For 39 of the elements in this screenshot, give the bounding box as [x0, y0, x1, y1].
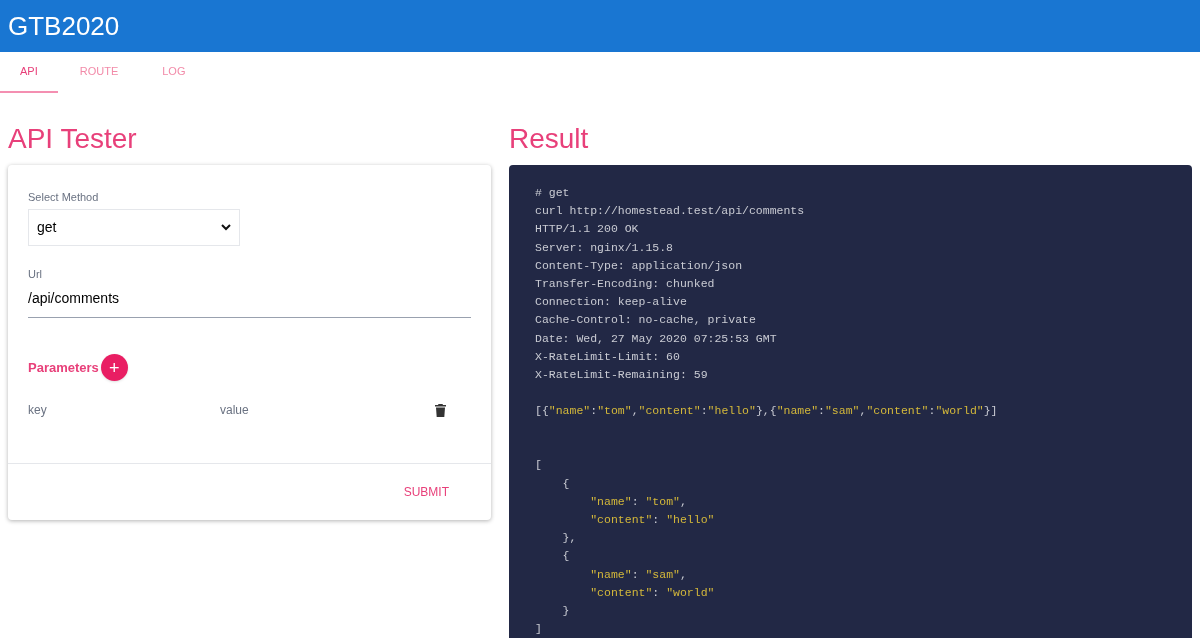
- value-input[interactable]: value: [220, 401, 420, 419]
- section-title: API Tester: [8, 122, 138, 156]
- code-line: Server: nginx/1.15.8: [535, 239, 674, 256]
- code-line: Cache-Control: no-cache, private: [535, 312, 756, 329]
- code-line: Transfer-Encoding: chunked: [535, 276, 715, 292]
- tab[interactable]: LOG: [140, 52, 208, 93]
- chevron-down-icon: [221, 223, 231, 231]
- code-line: {: [561, 475, 570, 492]
- field-label: Select Method: [28, 190, 100, 205]
- code-line: Date: Wed, 27 May 2020 07:25:53 GMT: [535, 330, 777, 347]
- code-line: [{"name":"tom","content":"hello"},{"name":"sam","content":"world"}]: [535, 403, 998, 420]
- method-select[interactable]: get: [28, 208, 240, 246]
- code-line: {: [561, 548, 570, 565]
- code-line: # get: [535, 185, 570, 201]
- section-title: Result: [509, 122, 590, 156]
- code-line: [: [535, 457, 542, 474]
- code-line: "name": "tom",: [589, 493, 687, 510]
- field-label: Url: [28, 266, 44, 282]
- code-line: X-RateLimit-Remaining: 59: [535, 367, 708, 384]
- code-line: }: [561, 603, 570, 620]
- code-line: Connection: keep-alive: [535, 294, 687, 311]
- submit-button[interactable]: SUBMIT: [395, 475, 457, 509]
- code-line: "content": "world": [589, 584, 715, 601]
- code-line: X-RateLimit-Limit: 60: [535, 348, 680, 365]
- code-line: "name": "sam",: [589, 566, 687, 583]
- tab[interactable]: API: [0, 52, 58, 93]
- url-input[interactable]: /api/comments: [28, 288, 471, 318]
- code-line: HTTP/1.1 200 OK: [535, 221, 639, 238]
- trash-icon[interactable]: [435, 403, 446, 417]
- key-input[interactable]: key: [28, 401, 220, 419]
- add-button[interactable]: +: [100, 354, 128, 381]
- code-line: "content": "hello": [589, 512, 715, 529]
- code-line: curl http://homestead.test/api/comments: [535, 203, 805, 220]
- code-line: ]: [535, 621, 542, 638]
- app-title: GTB2020: [8, 9, 120, 43]
- code-line: },: [561, 530, 577, 547]
- tab[interactable]: ROUTE: [57, 52, 141, 93]
- code-line: Content-Type: application/json: [535, 257, 743, 274]
- parameters-heading: Parameters: [28, 358, 99, 377]
